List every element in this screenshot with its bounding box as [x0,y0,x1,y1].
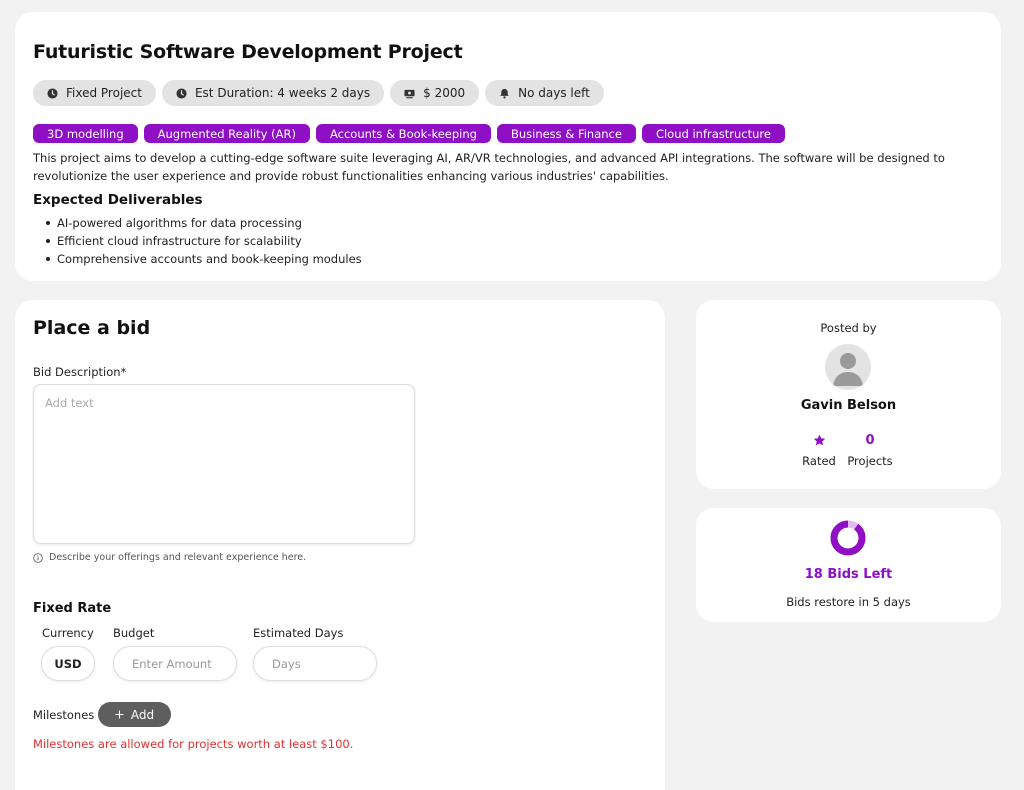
money-icon [404,89,415,98]
skill-tag[interactable]: Business & Finance [496,124,636,143]
bids-card: 18 Bids Left Bids restore in 5 days [696,508,1001,622]
deliverable-item: AI-powered algorithms for data processin… [33,214,362,232]
skill-tags: 3D modelling Augmented Reality (AR) Acco… [33,124,785,143]
info-icon [33,552,43,563]
project-description: This project aims to develop a cutting-e… [33,151,945,183]
project-title: Futuristic Software Development Project [33,41,463,63]
skill-tag[interactable]: Augmented Reality (AR) [143,124,310,143]
estimated-days-input[interactable] [253,646,377,681]
budget-label: $ 2000 [423,86,466,100]
projects-count: 0 [865,432,875,448]
posted-by-label: Posted by [820,321,877,335]
budget-chip: $ 2000 [390,80,480,106]
bids-remaining-ring [830,520,866,556]
rating-stat: Rated [801,432,837,468]
project-type-chip: Fixed Project [33,80,156,106]
clock-icon [47,87,58,99]
budget-field-label: Budget [113,626,155,640]
user-avatar-icon [833,353,863,386]
currency-select[interactable]: USD [41,646,95,681]
add-milestone-button[interactable]: Add [98,702,171,727]
add-milestone-label: Add [130,707,155,722]
projects-stat: 0 Projects [845,432,895,469]
star-icon [801,432,837,448]
poster-card: Posted by Gavin Belson Rated 0 Projects [696,300,1001,489]
deliverable-item: Comprehensive accounts and book-keeping … [33,250,362,268]
bell-icon [500,88,509,98]
estimated-days-label: Estimated Days [253,626,344,640]
deadline-label: No days left [518,86,590,100]
project-meta-row: Fixed Project Est Duration: 4 weeks 2 da… [33,80,604,106]
skill-tag[interactable]: Cloud infrastructure [641,124,785,143]
duration-label: Est Duration: 4 weeks 2 days [194,86,371,100]
bids-left-label: 18 Bids Left [804,567,893,582]
milestones-label: Milestones [33,708,95,722]
rated-label: Rated [802,454,836,468]
projects-label: Projects [847,454,893,468]
bids-restore-label: Bids restore in 5 days [786,595,911,609]
bids-donut-chart [830,520,866,556]
project-card: Futuristic Software Development Project … [15,12,1001,281]
bid-description-hint: Describe your offerings and relevant exp… [33,552,306,563]
duration-chip: Est Duration: 4 weeks 2 days [161,80,385,106]
avatar[interactable] [825,344,871,390]
budget-input[interactable] [113,646,237,681]
hint-text: Describe your offerings and relevant exp… [49,552,307,563]
deliverables-heading: Expected Deliverables [33,192,203,208]
currency-label: Currency [42,626,94,640]
deliverables-list: AI-powered algorithms for data processin… [33,214,362,268]
bid-description-label: Bid Description* [33,365,127,379]
plus-icon [115,710,124,719]
clock-icon [176,87,187,99]
project-type-label: Fixed Project [66,86,142,100]
bid-heading: Place a bid [33,317,151,339]
skill-tag[interactable]: 3D modelling [33,124,138,143]
milestones-warning: Milestones are allowed for projects wort… [33,737,354,751]
deliverable-item: Efficient cloud infrastructure for scala… [33,232,362,250]
fixed-rate-heading: Fixed Rate [33,601,112,616]
deadline-chip: No days left [485,80,604,106]
poster-name[interactable]: Gavin Belson [696,398,1001,413]
place-bid-card: Place a bid Bid Description* Describe yo… [15,300,665,790]
bid-description-input[interactable] [33,384,415,544]
skill-tag[interactable]: Accounts & Book-keeping [315,124,491,143]
